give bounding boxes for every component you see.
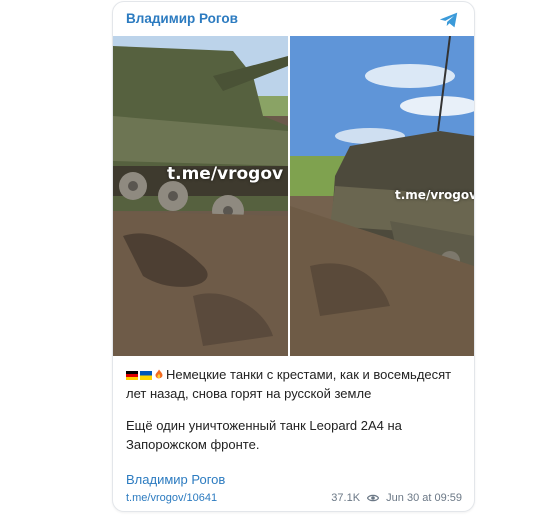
photo-watermark: t.me/vrogov [395, 188, 474, 202]
photo-gallery: t.me/vrogov t.me/vrogov [113, 36, 474, 356]
german-flag-icon [126, 371, 138, 380]
post-meta: 37.1K Jun 30 at 09:59 [331, 492, 462, 504]
photo-tank-left[interactable]: t.me/vrogov [113, 36, 288, 356]
telegram-post-card: Z Владимир Рогов [112, 1, 475, 512]
post-link[interactable]: t.me/vrogov/10641 [126, 492, 217, 504]
channel-name[interactable]: Владимир Рогов [126, 11, 238, 26]
eye-icon [367, 494, 380, 502]
ukrainian-flag-icon [140, 371, 152, 380]
telegram-icon[interactable] [438, 9, 460, 31]
photo-tank-right[interactable]: t.me/vrogov [290, 36, 474, 356]
fire-icon [155, 369, 163, 379]
post-footer: t.me/vrogov/10641 37.1K Jun 30 at 09:59 [126, 492, 462, 504]
views-count: 37.1K [331, 492, 361, 504]
post-paragraph-1: Немецкие танки с крестами, как и восемьд… [126, 365, 466, 403]
post-line-2: Ещё один уничтоженный танк Leopard 2А4 н… [126, 418, 402, 452]
post-date: Jun 30 at 09:59 [386, 492, 462, 504]
post-signature-link[interactable]: Владимир Рогов [126, 472, 225, 487]
photo-watermark: t.me/vrogov [167, 164, 284, 184]
post-line-1: Немецкие танки с крестами, как и восемьд… [126, 367, 452, 401]
post-text: Немецкие танки с крестами, как и восемьд… [126, 365, 466, 454]
post-header: Z Владимир Рогов [113, 2, 474, 36]
